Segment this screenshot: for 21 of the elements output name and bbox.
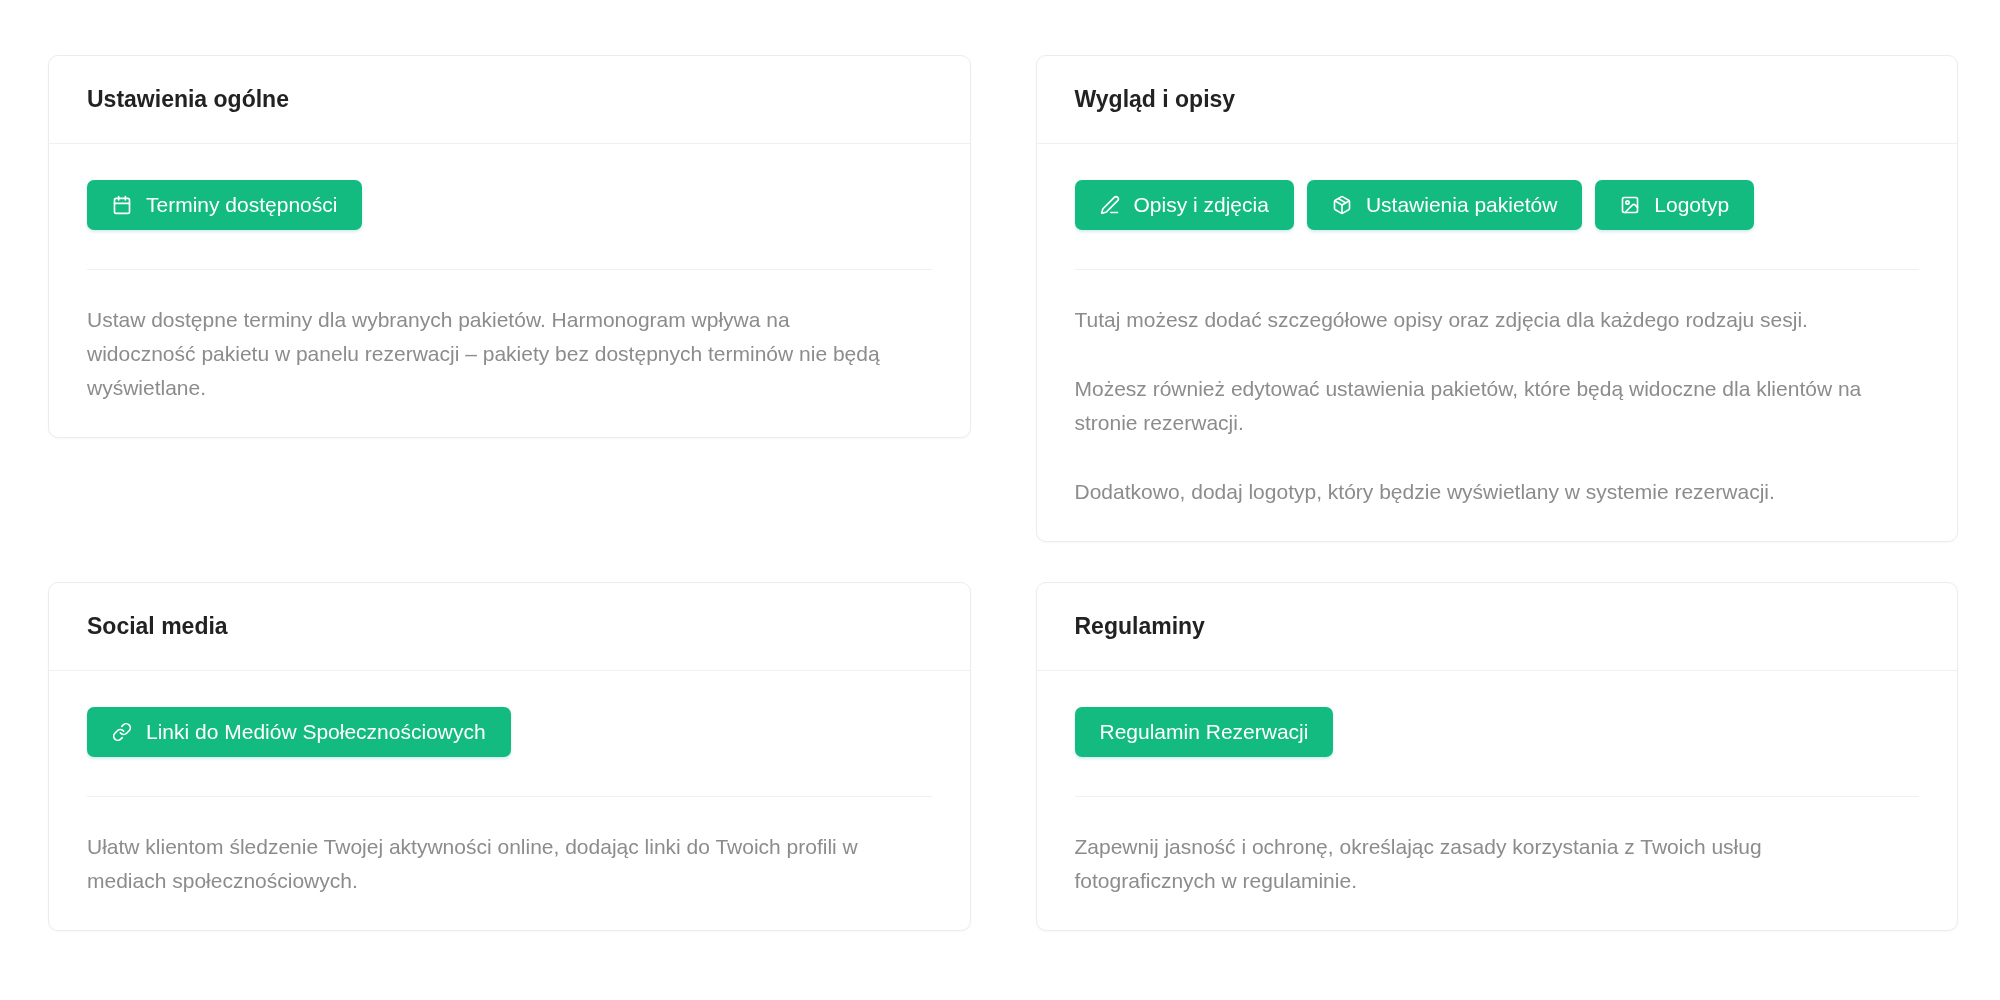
- card-title: Regulaminy: [1074, 613, 1205, 640]
- card-description: Ustaw dostępne terminy dla wybranych pakietów. Harmonogram wpływa na widoczność pakietu w panelu rezerwacji – pakiety bez dostępnych terminów nie będą wyświetlane.: [87, 307, 881, 401]
- calendar-icon: [112, 195, 132, 215]
- card-title: Social media: [87, 613, 228, 640]
- card-title: Ustawienia ogólne: [87, 86, 289, 113]
- action-button[interactable]: Ustawienia pakietów: [1306, 180, 1583, 230]
- card-description: Ułatw klientom śledzenie Twojej aktywności online, dodając linki do Twoich profili w mediach społecznościowych.: [87, 834, 859, 894]
- card-description: Możesz również edytować ustawienia pakietów, które będą widoczne dla klientów na stronie rezerwacji.: [1074, 376, 1863, 436]
- action-button[interactable]: Linki do Mediów Społecznościowych: [87, 707, 511, 757]
- package-icon: [1331, 195, 1352, 215]
- link-icon: [112, 722, 132, 742]
- action-button[interactable]: Opisy i zdjęcia: [1074, 180, 1294, 230]
- card-description: Dodatkowo, dodaj logotyp, który będzie wyświetlany w systemie rezerwacji.: [1074, 479, 1776, 505]
- action-button[interactable]: Terminy dostępności: [87, 180, 363, 230]
- card-description: Zapewnij jasność i ochronę, określając zasady korzystania z Twoich usług fotograficznych w regulaminie.: [1074, 834, 1763, 894]
- pencil-icon: [1099, 195, 1120, 215]
- card-title: Wygląd i opisy: [1074, 86, 1236, 113]
- action-button[interactable]: Regulamin Rezerwacji: [1074, 707, 1334, 757]
- image-icon: [1620, 195, 1641, 215]
- card-description: Tutaj możesz dodać szczegółowe opisy oraz zdjęcia dla każdego rodzaju sesji.: [1074, 307, 1809, 333]
- action-button[interactable]: Logotyp: [1595, 180, 1755, 230]
